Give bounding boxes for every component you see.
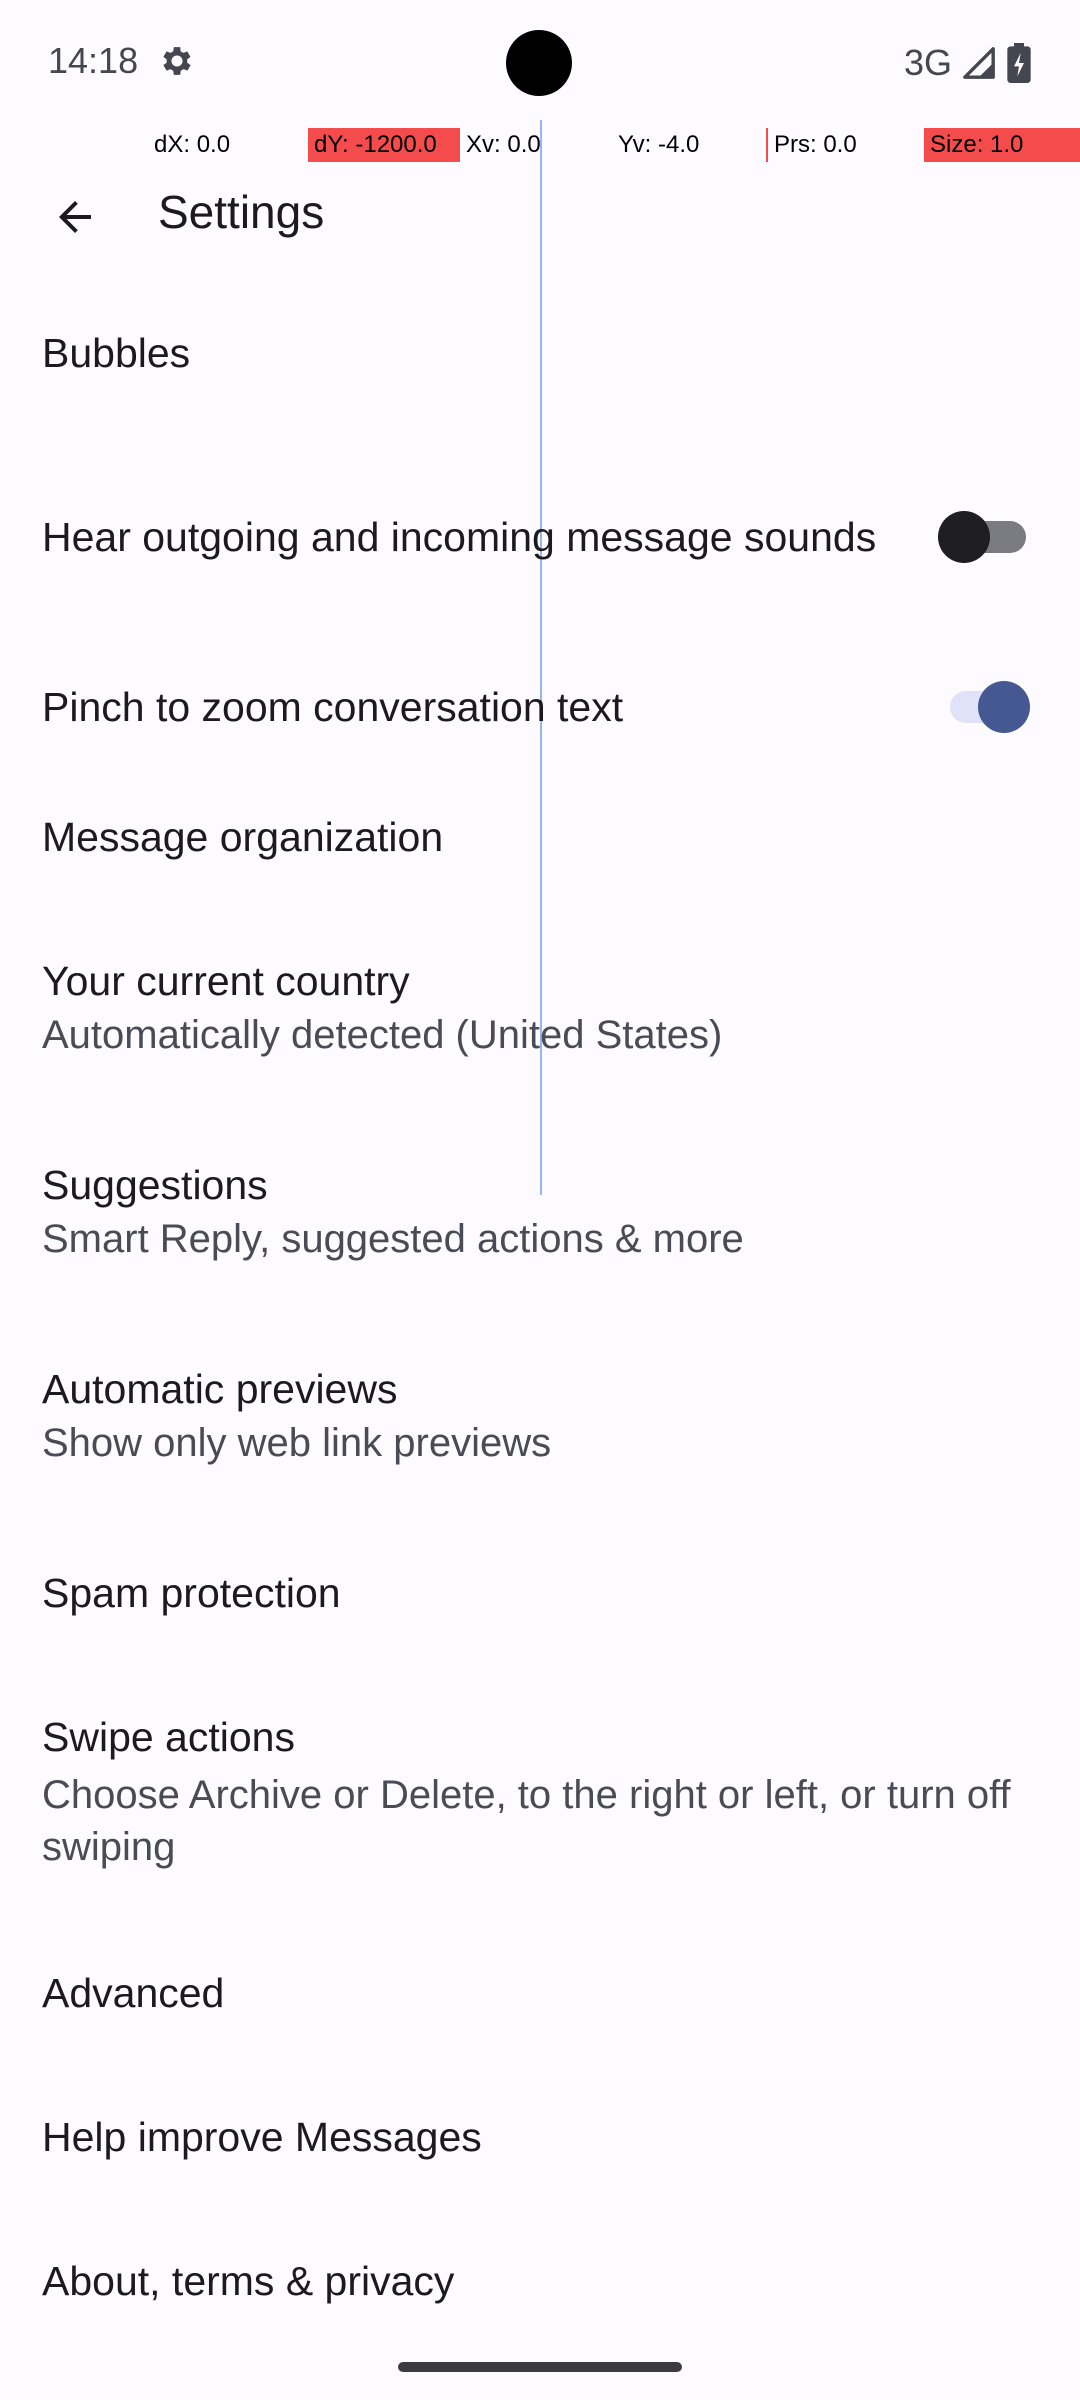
setting-title: Pinch to zoom conversation text bbox=[42, 684, 624, 730]
pointer-dx: dX: 0.0 bbox=[154, 131, 231, 158]
setting-title: Swipe actions bbox=[42, 1714, 295, 1760]
camera-cutout bbox=[506, 30, 572, 96]
setting-title: Help improve Messages bbox=[42, 2114, 482, 2160]
setting-current-country[interactable]: Your current country Automatically detec… bbox=[0, 923, 1080, 1127]
setting-automatic-previews[interactable]: Automatic previews Show only web link pr… bbox=[0, 1331, 1080, 1535]
pointer-pressure: Prs: 0.0 bbox=[766, 128, 916, 162]
page-title: Settings bbox=[158, 186, 325, 238]
setting-title: Advanced bbox=[42, 1970, 225, 2016]
gesture-nav-handle[interactable] bbox=[398, 2362, 682, 2372]
setting-title: Suggestions bbox=[42, 1162, 268, 1208]
status-bar: 14:18 3G bbox=[0, 0, 1080, 120]
setting-title: About, terms & privacy bbox=[42, 2258, 455, 2304]
setting-message-organization[interactable]: Message organization bbox=[0, 779, 1080, 923]
pointer-size: Size: 1.0 bbox=[924, 128, 1080, 162]
setting-spam-protection[interactable]: Spam protection bbox=[0, 1535, 1080, 1679]
settings-gear-icon bbox=[163, 47, 191, 75]
pinch-zoom-switch[interactable] bbox=[938, 681, 1030, 733]
back-button[interactable] bbox=[40, 182, 110, 252]
setting-title: Automatic previews bbox=[42, 1366, 398, 1412]
setting-title: Hear outgoing and incoming message sound… bbox=[42, 514, 877, 560]
pointer-yv: Yv: -4.0 bbox=[618, 131, 700, 158]
network-type: 3G bbox=[903, 42, 952, 83]
setting-title: Your current country bbox=[42, 958, 410, 1004]
setting-advanced[interactable]: Advanced bbox=[0, 1935, 1080, 2079]
app-bar: Settings bbox=[0, 162, 1080, 262]
setting-subtitle: Show only web link previews bbox=[42, 1421, 552, 1465]
setting-subtitle: Smart Reply, suggested actions & more bbox=[42, 1217, 744, 1261]
setting-about[interactable]: About, terms & privacy bbox=[0, 2223, 1080, 2367]
message-sounds-switch[interactable] bbox=[938, 511, 1030, 563]
setting-bubbles[interactable]: Bubbles bbox=[0, 295, 1080, 439]
arrow-back-icon bbox=[59, 201, 91, 233]
setting-subtitle: Automatically detected (United States) bbox=[42, 1013, 723, 1057]
setting-swipe-actions[interactable]: Swipe actions Choose Archive or Delete, … bbox=[0, 1679, 1080, 1935]
setting-pinch-zoom[interactable]: Pinch to zoom conversation text bbox=[0, 635, 1080, 779]
pointer-xv: Xv: 0.0 bbox=[466, 131, 541, 158]
setting-title: Spam protection bbox=[42, 1570, 341, 1616]
setting-message-sounds[interactable]: Hear outgoing and incoming message sound… bbox=[0, 439, 1080, 635]
signal-icon bbox=[963, 47, 995, 79]
battery-icon bbox=[1007, 43, 1031, 83]
setting-help-improve[interactable]: Help improve Messages bbox=[0, 2079, 1080, 2223]
setting-suggestions[interactable]: Suggestions Smart Reply, suggested actio… bbox=[0, 1127, 1080, 1331]
pointer-dy: dY: -1200.0 bbox=[308, 128, 460, 162]
setting-title: Bubbles bbox=[42, 330, 191, 376]
settings-list: Bubbles Hear outgoing and incoming messa… bbox=[0, 295, 1080, 2367]
status-time: 14:18 bbox=[48, 40, 139, 81]
setting-title: Message organization bbox=[42, 814, 444, 860]
status-indicators: 3G bbox=[904, 38, 1032, 88]
setting-subtitle: Choose Archive or Delete, to the right o… bbox=[42, 1773, 1011, 1869]
